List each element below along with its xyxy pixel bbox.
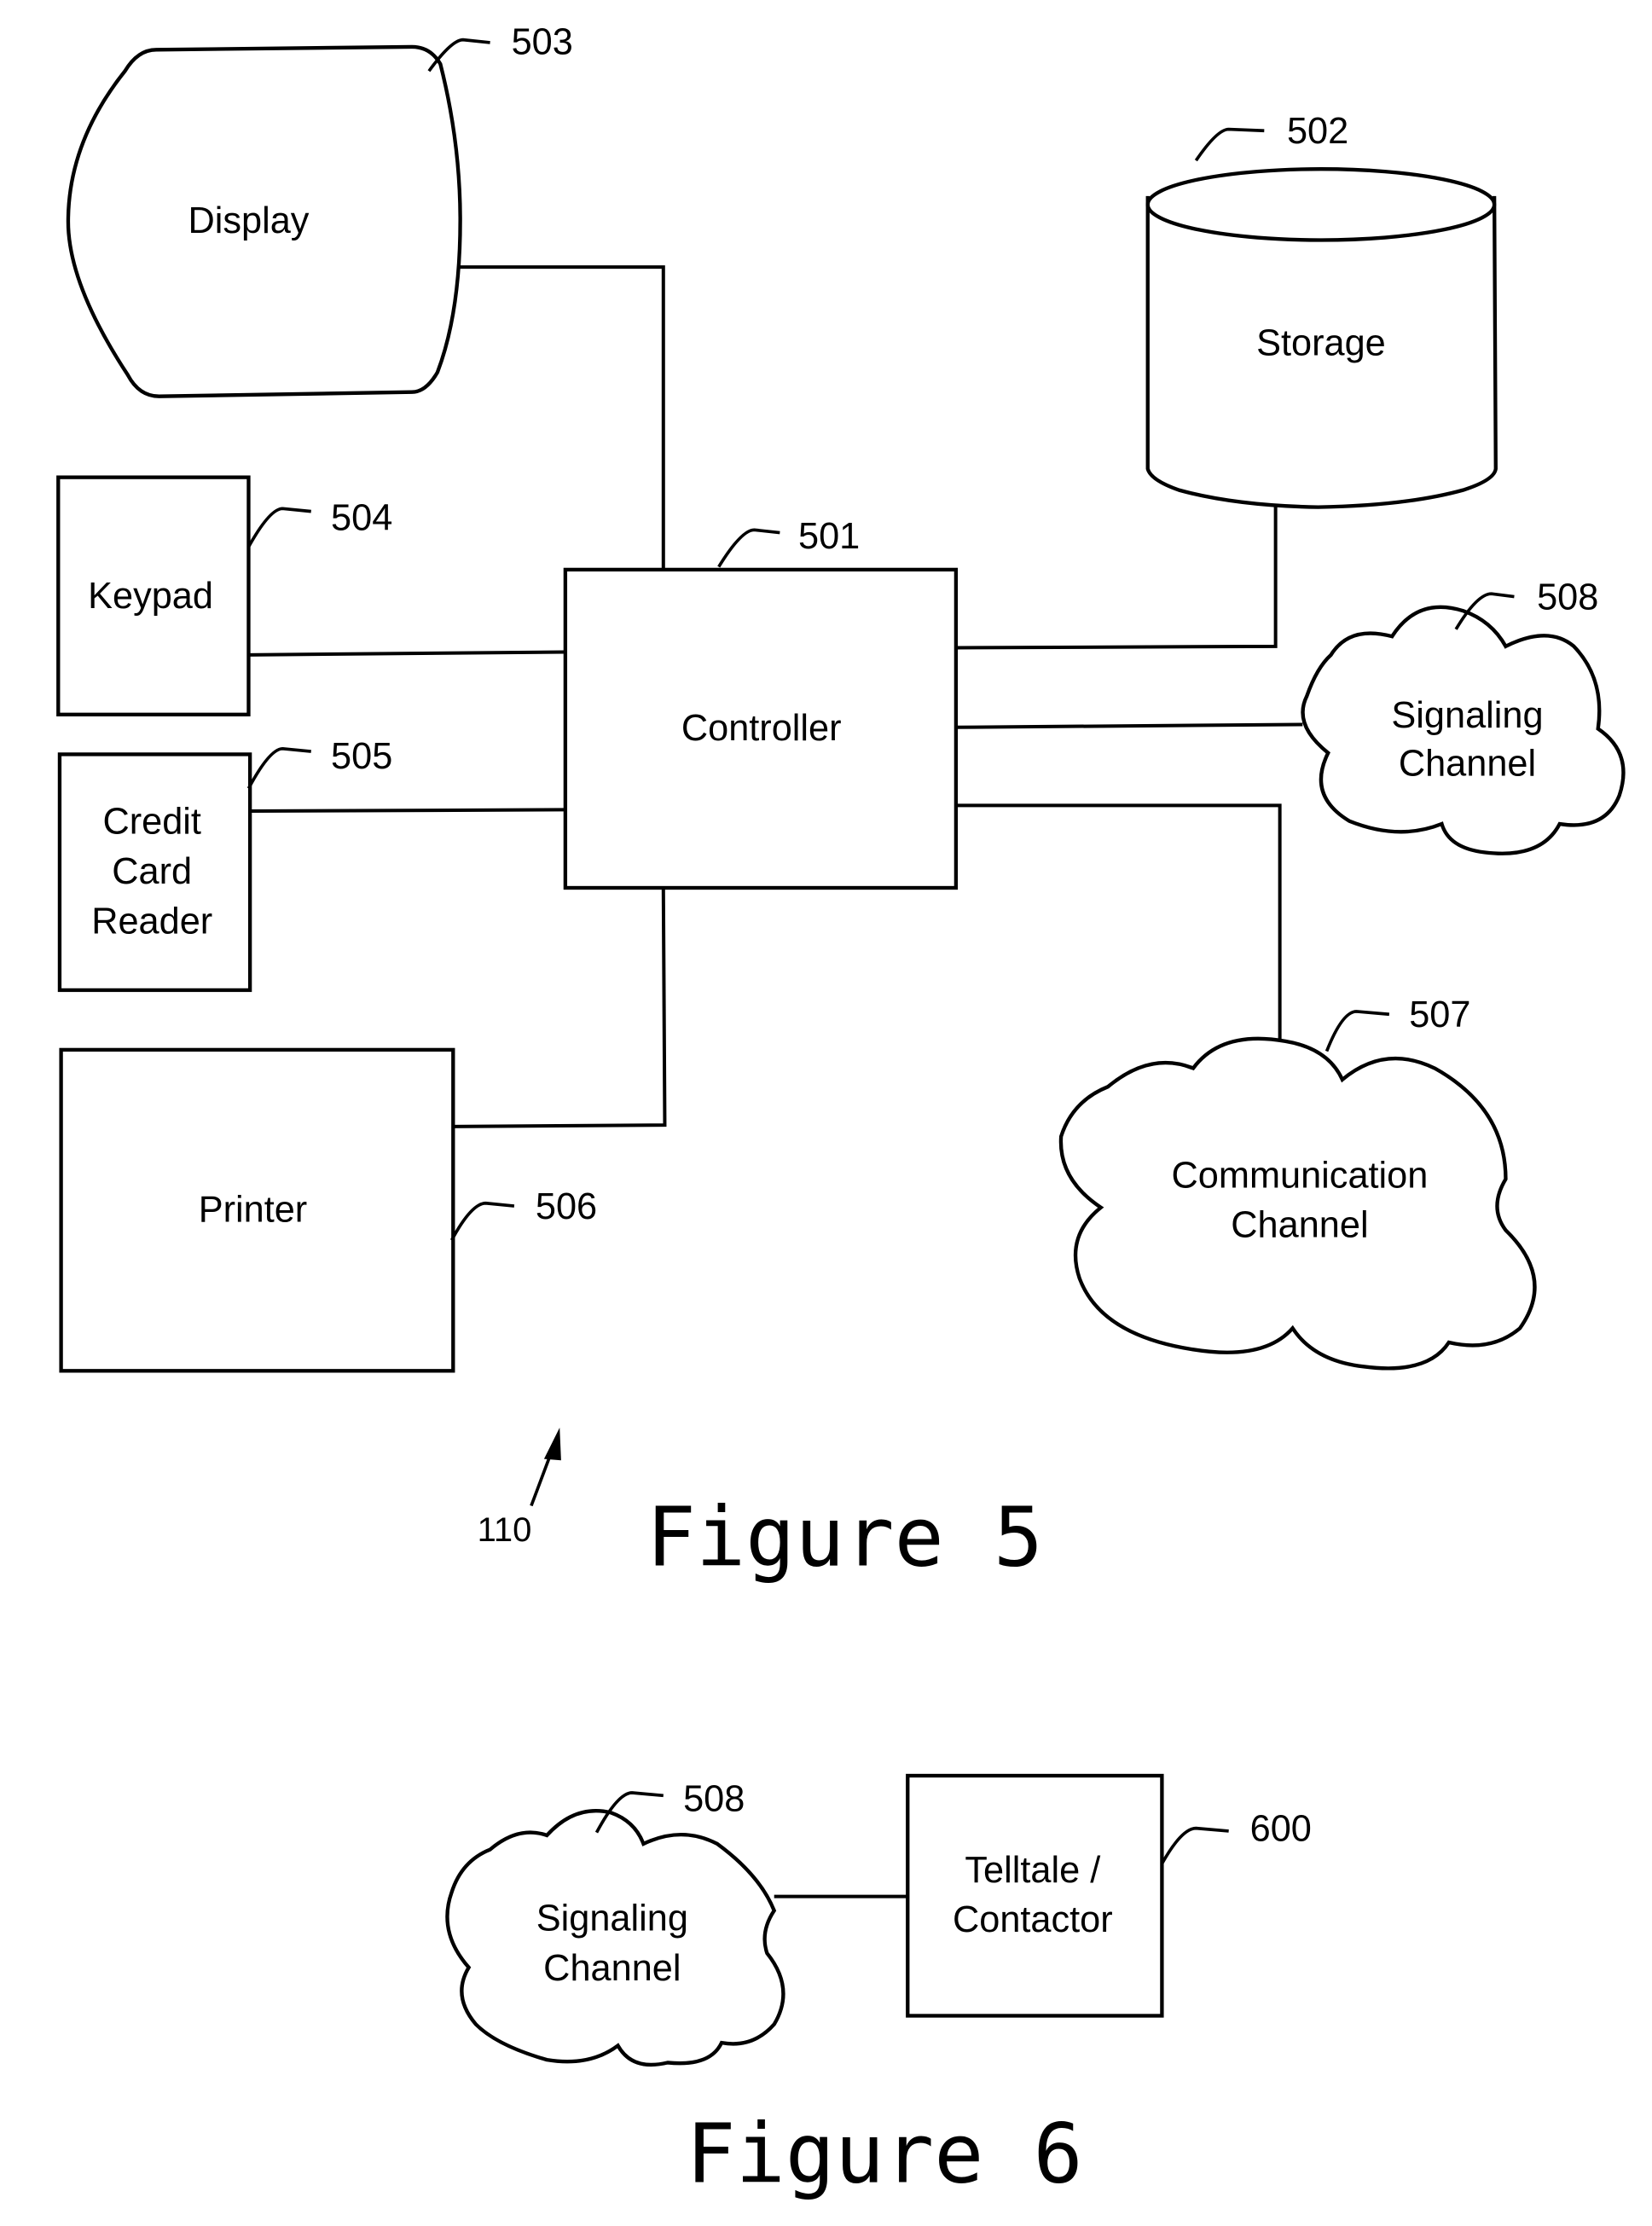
arrow-head-icon <box>543 1427 561 1461</box>
assembly-reference: 110 <box>478 1427 561 1549</box>
storage-component: Storage 502 <box>1145 111 1498 509</box>
printer-ref: 506 <box>536 1186 597 1227</box>
controller-component: Controller 501 <box>563 516 959 890</box>
printer-leader <box>450 1201 515 1241</box>
communication-channel-component: Communication Channel 507 <box>1058 994 1537 1371</box>
credit-card-reader-leader <box>246 746 311 790</box>
fig6-signaling-channel-label-line2: Channel <box>543 1948 681 1989</box>
communication-channel-cloud <box>1058 1036 1537 1371</box>
figure-6-caption: Figure 6 <box>686 2105 1082 2201</box>
display-label: Display <box>188 200 309 241</box>
fig6-signaling-channel-component: Signaling Channel 508 <box>445 1779 785 2067</box>
telltale-contactor-box <box>906 1773 1164 2018</box>
credit-card-reader-component: Credit Card Reader 505 <box>57 736 392 993</box>
signaling-channel-ref: 508 <box>1537 577 1598 618</box>
storage-leader <box>1194 127 1265 162</box>
controller-ref: 501 <box>798 516 860 557</box>
signaling-channel-label-line1: Signaling <box>1391 695 1543 736</box>
printer-component: Printer 506 <box>59 1047 597 1373</box>
wire-communication-controller <box>955 803 1282 1045</box>
credit-card-reader-label-line2: Card <box>112 851 192 892</box>
communication-channel-label-line2: Channel <box>1231 1205 1368 1246</box>
wire-printer-controller <box>451 889 667 1128</box>
wire-signaling-controller <box>955 722 1303 729</box>
telltale-contactor-label-line2: Contactor <box>953 1899 1113 1940</box>
credit-card-reader-label-line3: Reader <box>91 901 212 942</box>
storage-ref: 502 <box>1287 111 1348 152</box>
fig6-signaling-channel-ref: 508 <box>683 1779 745 1820</box>
keypad-label: Keypad <box>88 576 213 617</box>
credit-card-reader-ref: 505 <box>331 736 392 777</box>
patent-drawing: Display 503 Storage 502 Keypad 504 Contr… <box>56 21 1626 2201</box>
assembly-ref: 110 <box>478 1511 532 1549</box>
storage-label: Storage <box>1256 322 1386 363</box>
printer-label: Printer <box>199 1189 308 1230</box>
signaling-channel-label-line2: Channel <box>1399 743 1536 784</box>
wire-storage-controller <box>955 500 1278 650</box>
wire-keypad-controller <box>248 650 565 657</box>
telltale-contactor-component: Telltale / Contactor 600 <box>906 1773 1312 2018</box>
keypad-ref: 504 <box>331 497 392 538</box>
communication-channel-leader <box>1324 1010 1390 1052</box>
figure-5-caption: Figure 5 <box>646 1488 1043 1585</box>
figure-6: Signaling Channel 508 Telltale / Contact… <box>445 1773 1312 2201</box>
telltale-contactor-label-line1: Telltale / <box>965 1850 1101 1891</box>
storage-cylinder-top <box>1145 167 1497 242</box>
controller-label: Controller <box>681 708 842 749</box>
telltale-contactor-ref: 600 <box>1250 1809 1312 1850</box>
signaling-channel-component: Signaling Channel 508 <box>1301 577 1626 855</box>
fig6-signaling-channel-label-line1: Signaling <box>536 1898 688 1939</box>
telltale-contactor-leader <box>1160 1826 1229 1865</box>
wire-cardreader-controller <box>248 808 565 814</box>
communication-channel-label-line1: Communication <box>1172 1155 1429 1196</box>
keypad-component: Keypad 504 <box>56 475 392 716</box>
credit-card-reader-label-line1: Credit <box>102 802 200 843</box>
wire-display-controller <box>457 265 665 570</box>
controller-leader <box>717 528 780 568</box>
communication-channel-ref: 507 <box>1409 994 1470 1035</box>
keypad-leader <box>246 507 311 548</box>
display-component: Display 503 <box>66 21 573 398</box>
display-ref: 503 <box>512 21 573 62</box>
figure-5: Display 503 Storage 502 Keypad 504 Contr… <box>56 21 1626 1585</box>
